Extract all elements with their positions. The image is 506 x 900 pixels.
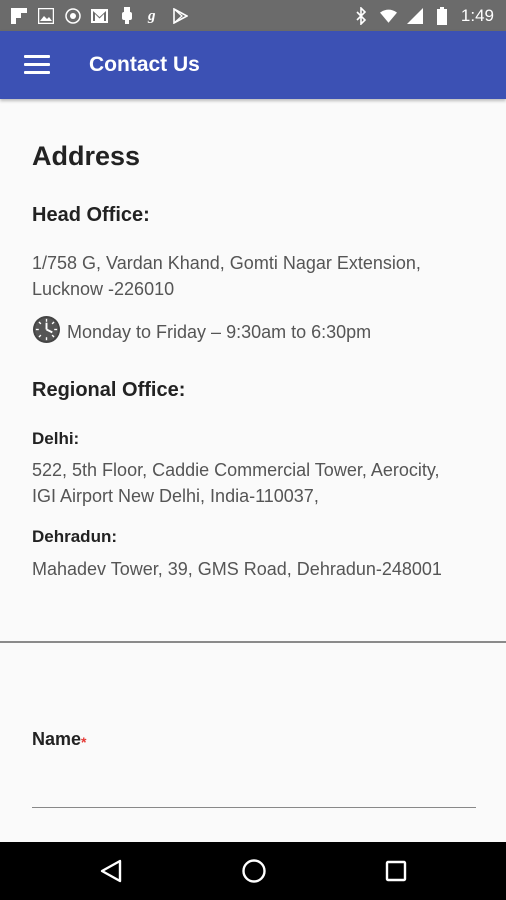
head-office-address-line1: 1/758 G, Vardan Khand, Gomti Nagar Exten…: [32, 253, 421, 273]
clock-time: 1:49: [460, 5, 494, 25]
address-heading: Address: [32, 141, 141, 171]
office-hours: Monday to Friday – 9:30am to 6:30pm: [32, 315, 371, 349]
delhi-address-line2: IGI Airport New Delhi, India-110037,: [32, 486, 319, 506]
notification-icons: g: [10, 6, 189, 25]
office-hours-text: Monday to Friday – 9:30am to 6:30pm: [67, 321, 372, 342]
back-icon[interactable]: [96, 856, 126, 886]
wifi-icon: [379, 7, 397, 24]
app-bar: Contact Us: [0, 31, 506, 99]
play-store-icon: [172, 7, 189, 24]
gmail-icon: [91, 7, 108, 24]
required-mark: *: [81, 734, 87, 750]
regional-office-heading: Regional Office:: [32, 379, 186, 401]
home-icon[interactable]: [239, 856, 269, 886]
name-field-label: Name*: [32, 729, 86, 750]
clock-icon: [32, 315, 61, 349]
flipboard-icon: [10, 7, 27, 24]
dehradun-label: Dehradun:: [32, 527, 117, 546]
vpn-icon: [64, 7, 81, 24]
g-icon: g: [145, 7, 162, 24]
section-divider: [0, 641, 506, 643]
recents-icon[interactable]: [381, 856, 411, 886]
status-bar: g 1:49: [0, 0, 506, 31]
image-icon: [37, 7, 54, 24]
name-label-text: Name: [32, 729, 82, 749]
name-input[interactable]: [32, 760, 476, 808]
usb-icon: [118, 7, 135, 24]
dehradun-address-line1: Mahadev Tower, 39, GMS Road, Dehradun-24…: [32, 559, 442, 579]
navigation-bar: [0, 842, 506, 900]
head-office-address-line2: Lucknow -226010: [32, 279, 175, 299]
hamburger-menu-icon[interactable]: [22, 51, 52, 79]
delhi-label: Delhi:: [32, 429, 80, 448]
system-icons: 1:49: [353, 4, 494, 27]
signal-icon: [407, 7, 424, 24]
head-office-heading: Head Office:: [32, 204, 150, 226]
bluetooth-icon: [353, 6, 370, 25]
delhi-address-line1: 522, 5th Floor, Caddie Commercial Tower,…: [32, 460, 440, 480]
battery-icon: [434, 6, 451, 25]
page-title: Contact Us: [89, 53, 200, 76]
svg-text:g: g: [147, 8, 156, 24]
